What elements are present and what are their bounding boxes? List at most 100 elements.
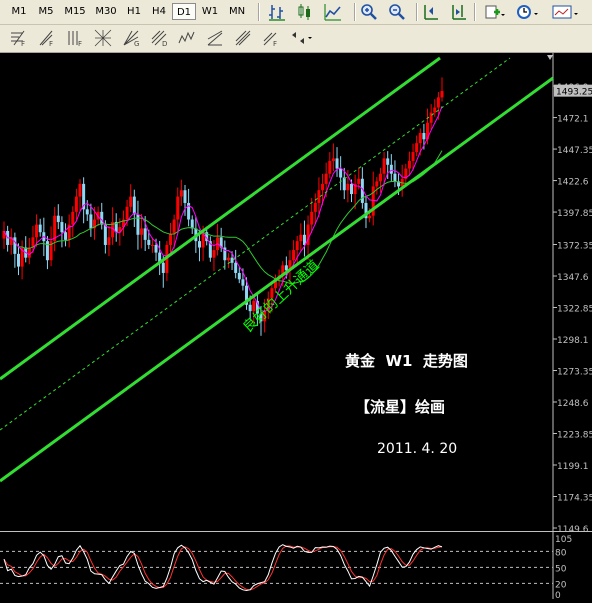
candle-body	[310, 211, 314, 225]
price-tick-label: 1174.35	[557, 494, 592, 504]
svg-text:F: F	[273, 40, 277, 47]
candle-body	[38, 224, 42, 233]
candle-body	[35, 224, 39, 238]
timeframe-mn-button[interactable]: MN	[224, 3, 250, 20]
arrows-icon[interactable]	[290, 29, 314, 47]
candle-body	[16, 253, 20, 267]
candle-body	[299, 234, 303, 242]
candle-body	[154, 244, 158, 253]
line-chart-icon[interactable]	[324, 3, 350, 21]
candle-body	[313, 202, 317, 212]
elliott-wave-icon[interactable]	[178, 29, 202, 47]
terminal-window: M1M5M15M30H1H4D1W1MN F F F G D F 1496.91472.1…	[0, 0, 592, 601]
chart-shift-icon[interactable]	[422, 3, 448, 21]
candle-body	[389, 164, 393, 174]
candle-body	[226, 257, 230, 261]
svg-text:F: F	[21, 40, 25, 47]
timeframe-m1-button[interactable]: M1	[6, 3, 32, 20]
candle-body	[375, 181, 379, 187]
toolbar-separator	[354, 3, 356, 21]
candle-body	[292, 250, 296, 261]
candle-body	[125, 206, 129, 220]
candle-body	[237, 272, 241, 280]
timeframe-h1-button[interactable]: H1	[122, 3, 146, 20]
standard-deviation-icon[interactable]	[234, 29, 258, 47]
svg-text:G: G	[134, 40, 139, 47]
candle-body	[74, 196, 78, 212]
candle-body	[284, 265, 288, 271]
svg-text:F: F	[49, 40, 53, 47]
timeframe-m30-button[interactable]: M30	[91, 3, 121, 20]
regression-channel-icon[interactable]	[206, 29, 230, 47]
gann-grid-icon[interactable]	[94, 29, 118, 47]
candle-body	[179, 190, 183, 197]
candle-body	[295, 241, 299, 251]
fibonacci-expansion-icon[interactable]: F	[262, 29, 286, 47]
candle-body	[172, 219, 176, 234]
price-tick-label: 1322.85	[557, 305, 592, 315]
candle-body	[197, 241, 201, 248]
zoom-out-icon[interactable]	[388, 3, 414, 21]
candle-body	[103, 224, 107, 245]
chart-background	[0, 53, 592, 599]
stochastic-level-label: 80	[555, 548, 567, 558]
toolbar-separator	[258, 3, 260, 21]
price-tick-label: 1372.35	[557, 242, 592, 252]
candle-body	[136, 214, 140, 235]
candle-body	[382, 158, 386, 174]
candle-body	[429, 112, 433, 123]
zoom-in-icon[interactable]	[360, 3, 386, 21]
timeframe-m5-button[interactable]: M5	[33, 3, 59, 20]
candle-body	[64, 232, 68, 240]
chart-overlay-title: 黄金 W1 走势图	[345, 352, 468, 370]
autoscroll-icon[interactable]	[450, 3, 476, 21]
candle-body	[161, 262, 165, 273]
templates-icon[interactable]	[552, 3, 578, 21]
gann-fan-icon[interactable]: G	[122, 29, 146, 47]
price-chart[interactable]: 1496.91472.11447.351422.61397.851372.351…	[0, 53, 592, 601]
candle-body	[357, 178, 361, 184]
stochastic-level-label: 0	[555, 591, 561, 599]
candle-body	[13, 237, 17, 254]
candle-body	[56, 215, 60, 223]
candle-body	[89, 214, 93, 229]
candlestick-icon[interactable]	[296, 3, 322, 21]
fibonacci-retracement-icon[interactable]: F	[10, 29, 34, 47]
add-indicator-icon[interactable]	[484, 3, 510, 21]
fibonacci-fan-icon[interactable]: F	[66, 29, 90, 47]
candle-body	[440, 90, 444, 98]
price-tick-label: 1472.1	[557, 115, 589, 125]
candle-body	[433, 107, 437, 113]
candle-body	[85, 209, 89, 215]
timeframe-h4-button[interactable]: H4	[147, 3, 171, 20]
candle-body	[176, 196, 180, 220]
candle-body	[328, 160, 332, 174]
candle-body	[212, 250, 216, 258]
price-tick-label: 1223.85	[557, 431, 592, 441]
candle-body	[331, 158, 335, 161]
candle-body	[339, 168, 343, 178]
svg-text:F: F	[78, 40, 82, 47]
line-studies-toolbar: FFFGDF	[0, 25, 592, 53]
candle-body	[140, 228, 144, 235]
svg-text:D: D	[162, 40, 167, 47]
candle-body	[335, 158, 339, 169]
andrews-pitchfork-icon[interactable]: D	[150, 29, 174, 47]
price-tick-label: 1422.6	[557, 178, 589, 188]
fibonacci-time-zones-icon[interactable]: F	[38, 29, 62, 47]
candle-body	[422, 132, 426, 140]
timeframe-m15-button[interactable]: M15	[60, 3, 90, 20]
candle-body	[78, 183, 82, 197]
periods-clock-icon[interactable]	[516, 3, 542, 21]
toolbar-separator	[474, 3, 476, 21]
price-tick-label: 1298.1	[557, 336, 589, 346]
timeframe-d1-button[interactable]: D1	[172, 3, 196, 20]
chart-window[interactable]: 1496.91472.11447.351422.61397.851372.351…	[0, 53, 592, 601]
candle-body	[350, 183, 354, 195]
candle-body	[321, 183, 325, 191]
timeframe-w1-button[interactable]: W1	[197, 3, 223, 20]
candle-body	[241, 279, 245, 286]
price-tick-label: 1273.35	[557, 368, 592, 378]
bar-chart-icon[interactable]	[268, 3, 294, 21]
timeframe-toolbar: M1 M5 M15 M30 H1 H4 D1 W1 MN	[0, 0, 592, 25]
